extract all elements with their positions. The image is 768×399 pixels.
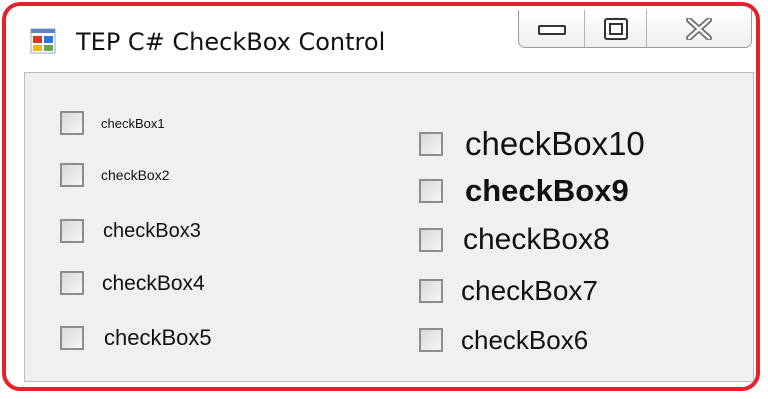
checkbox-4[interactable]: checkBox4 <box>60 271 205 295</box>
checkbox-2[interactable]: checkBox2 <box>60 163 169 187</box>
minimize-button[interactable] <box>519 10 585 47</box>
checkbox-box[interactable] <box>60 163 84 187</box>
checkbox-7[interactable]: checkBox7 <box>419 277 598 305</box>
checkbox-box[interactable] <box>419 228 443 252</box>
checkbox-box[interactable] <box>60 219 84 243</box>
checkbox-8[interactable]: checkBox8 <box>419 225 610 255</box>
checkbox-1[interactable]: checkBox1 <box>60 111 165 135</box>
checkbox-box[interactable] <box>60 326 84 350</box>
checkbox-box[interactable] <box>419 279 443 303</box>
close-button[interactable] <box>647 10 751 47</box>
checkbox-3[interactable]: checkBox3 <box>60 219 201 243</box>
minimize-icon <box>537 24 566 35</box>
checkbox-6[interactable]: checkBox6 <box>419 327 588 353</box>
maximize-icon <box>603 17 628 40</box>
checkbox-label: checkBox10 <box>465 125 645 162</box>
checkbox-box[interactable] <box>60 271 84 295</box>
checkbox-label: checkBox9 <box>465 173 629 208</box>
app-icon <box>30 28 56 54</box>
checkbox-label: checkBox4 <box>102 271 205 295</box>
checkbox-label: checkBox5 <box>104 325 212 350</box>
close-icon <box>686 17 712 40</box>
checkbox-box[interactable] <box>419 328 443 352</box>
checkbox-label: checkBox7 <box>461 275 598 306</box>
main-window: TEP C# CheckBox Control checkBox1 checkB… <box>2 2 760 391</box>
maximize-button[interactable] <box>585 10 647 47</box>
checkbox-label: checkBox3 <box>103 220 201 242</box>
checkbox-label: checkBox2 <box>101 167 170 183</box>
checkbox-label: checkBox6 <box>461 325 589 355</box>
checkbox-label: checkBox8 <box>463 223 610 256</box>
checkbox-box[interactable] <box>419 131 443 156</box>
caption-buttons <box>518 10 752 48</box>
form-client-area: checkBox1 checkBox2 checkBox3 checkBox4 … <box>24 72 754 382</box>
checkbox-9[interactable]: checkBox9 <box>419 175 629 206</box>
window-title: TEP C# CheckBox Control <box>76 28 386 56</box>
checkbox-5[interactable]: checkBox5 <box>60 326 212 350</box>
checkbox-10[interactable]: checkBox10 <box>419 127 645 160</box>
checkbox-label: checkBox1 <box>101 115 165 131</box>
checkbox-box[interactable] <box>60 111 84 135</box>
checkbox-box[interactable] <box>419 178 443 203</box>
